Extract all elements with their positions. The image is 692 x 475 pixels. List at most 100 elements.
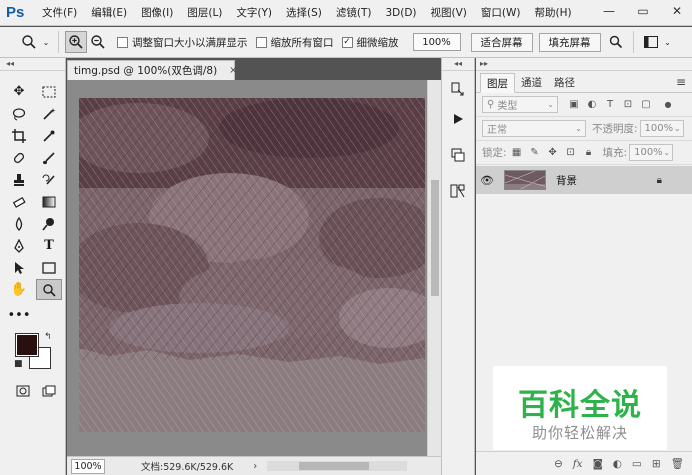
fit-screen-button[interactable]: 适合屏幕 (470, 32, 533, 52)
type-tool-icon[interactable]: T (36, 235, 62, 256)
chevron-down-icon[interactable]: ⌄ (40, 31, 52, 53)
lock-position-icon[interactable]: ✥ (545, 147, 561, 158)
search-icon[interactable] (605, 31, 627, 53)
menu-window[interactable]: 窗口(W) (481, 5, 521, 20)
lock-pixels-icon[interactable]: ✎ (527, 147, 543, 158)
fill-field[interactable]: 100% ⌄ (629, 144, 674, 161)
more-tools-icon[interactable]: ••• (6, 305, 32, 326)
menu-3d[interactable]: 3D(D) (385, 7, 416, 19)
opacity-field[interactable]: 100% ⌄ (639, 120, 684, 137)
default-colors-icon[interactable]: ■ (14, 359, 23, 369)
type-filter-icon[interactable]: T (602, 99, 618, 110)
visibility-eye-icon[interactable]: 👁︎ (476, 174, 498, 187)
marquee-tool-icon[interactable] (36, 81, 62, 102)
workspace-icon[interactable] (640, 31, 662, 53)
status-menu-arrow[interactable]: › (253, 461, 257, 472)
fx-icon[interactable]: fx (573, 458, 583, 470)
history-panel-icon[interactable] (445, 77, 471, 101)
menu-filter[interactable]: 滤镜(T) (336, 5, 372, 20)
panel-menu-icon[interactable]: ≡ (676, 75, 686, 89)
zoom-all-checkbox[interactable] (255, 36, 267, 48)
menu-file[interactable]: 文件(F) (42, 5, 77, 20)
link-icon[interactable]: ⊖ (554, 458, 563, 470)
magic-wand-icon[interactable] (36, 103, 62, 124)
resize-windows-option[interactable]: 调整窗口大小以满屏显示 (117, 35, 248, 50)
layer-comps-icon[interactable] (445, 143, 471, 167)
document-canvas[interactable] (79, 98, 425, 432)
move-tool-icon[interactable]: ✥ (6, 81, 32, 102)
history-brush-icon[interactable] (36, 169, 62, 190)
close-button[interactable]: ✕ (668, 2, 686, 20)
horizontal-scroll-thumb[interactable] (299, 462, 370, 470)
minimize-button[interactable]: — (600, 2, 618, 20)
menu-help[interactable]: 帮助(H) (535, 5, 572, 20)
path-selection-icon[interactable] (6, 257, 32, 278)
eraser-tool-icon[interactable] (6, 191, 32, 212)
dock-expand-icon[interactable]: ◂◂ (442, 58, 474, 71)
smart-object-filter-icon[interactable]: ▢ (638, 99, 654, 110)
zoom-tool-icon[interactable] (36, 279, 62, 300)
quick-mask-icon[interactable] (10, 380, 36, 401)
dodge-tool-icon[interactable] (36, 213, 62, 234)
menu-type[interactable]: 文字(Y) (236, 5, 272, 20)
lock-transparent-icon[interactable]: ▦ (509, 147, 525, 158)
zoom-in-icon[interactable] (65, 31, 87, 53)
lasso-tool-icon[interactable] (6, 103, 32, 124)
zoom-percent-field[interactable]: 100% (412, 33, 461, 51)
swap-colors-icon[interactable]: ↰ (44, 332, 52, 342)
tab-paths[interactable]: 路径 (548, 72, 581, 92)
shape-filter-icon[interactable]: ⊡ (620, 99, 636, 110)
adjustment-icon[interactable]: ◐ (613, 458, 622, 470)
panel-collapse-icon[interactable]: ◂◂ (0, 58, 65, 71)
filter-toggle-icon[interactable]: ● (660, 100, 676, 109)
properties-panel-icon[interactable] (445, 179, 471, 203)
healing-brush-icon[interactable] (6, 147, 32, 168)
vertical-scrollbar[interactable] (427, 80, 441, 456)
pixel-filter-icon[interactable]: ▣ (566, 99, 582, 110)
tab-layers[interactable]: 图层 (480, 73, 515, 93)
panel-collapse-icon[interactable]: ▸▸ (476, 58, 692, 71)
chevron-down-icon[interactable]: ⌄ (662, 31, 674, 53)
zoom-all-option[interactable]: 缩放所有窗口 (255, 35, 334, 50)
lock-artboard-icon[interactable]: ⊡ (563, 147, 579, 158)
gradient-tool-icon[interactable] (36, 191, 62, 212)
actions-play-icon[interactable] (445, 107, 471, 131)
new-layer-icon[interactable]: ⊞ (652, 458, 661, 470)
foreground-color-swatch[interactable] (15, 333, 39, 357)
scrubby-zoom-option[interactable]: ✓ 细微缩放 (341, 35, 399, 50)
fill-screen-button[interactable]: 填充屏幕 (538, 32, 601, 52)
layer-row[interactable]: 👁︎ 背景 🔒︎ (476, 166, 692, 194)
scrubby-zoom-checkbox[interactable]: ✓ (341, 36, 353, 48)
filter-kind-select[interactable]: ⚲ 类型 ⌄ (482, 96, 558, 113)
brush-tool-icon[interactable] (36, 147, 62, 168)
blend-mode-select[interactable]: 正常 ⌄ (482, 120, 586, 137)
pen-tool-icon[interactable] (6, 235, 32, 256)
resize-windows-checkbox[interactable] (117, 36, 128, 48)
zoom-out-icon[interactable] (87, 31, 109, 53)
menu-select[interactable]: 选择(S) (286, 5, 322, 20)
trash-icon[interactable]: 🗑︎ (671, 457, 684, 470)
tab-channels[interactable]: 通道 (515, 72, 548, 92)
document-tab[interactable]: timg.psd @ 100%(双色调/8) × (67, 60, 238, 80)
maximize-button[interactable]: ▭ (634, 2, 652, 20)
hand-tool-icon[interactable]: ✋ (6, 279, 32, 300)
menu-image[interactable]: 图像(I) (141, 5, 173, 20)
group-icon[interactable]: ▭ (632, 458, 642, 470)
lock-all-icon[interactable]: 🔒︎ (581, 147, 597, 158)
adjustment-filter-icon[interactable]: ◐ (584, 99, 600, 110)
menu-view[interactable]: 视图(V) (431, 5, 467, 20)
screen-mode-icon[interactable] (36, 380, 62, 401)
zoom-tool-preset-icon[interactable] (18, 31, 40, 53)
menu-edit[interactable]: 编辑(E) (91, 5, 127, 20)
horizontal-scrollbar[interactable] (267, 461, 408, 471)
eyedropper-icon[interactable] (36, 125, 62, 146)
menu-layer[interactable]: 图层(L) (187, 5, 222, 20)
vertical-scroll-thumb[interactable] (431, 180, 439, 296)
status-zoom-field[interactable]: 100% (71, 458, 105, 474)
crop-tool-icon[interactable] (6, 125, 32, 146)
blur-tool-icon[interactable] (6, 213, 32, 234)
mask-icon[interactable]: ◙ (593, 458, 603, 470)
close-tab-icon[interactable]: × (229, 65, 237, 76)
rectangle-tool-icon[interactable] (36, 257, 62, 278)
clone-stamp-icon[interactable] (6, 169, 32, 190)
